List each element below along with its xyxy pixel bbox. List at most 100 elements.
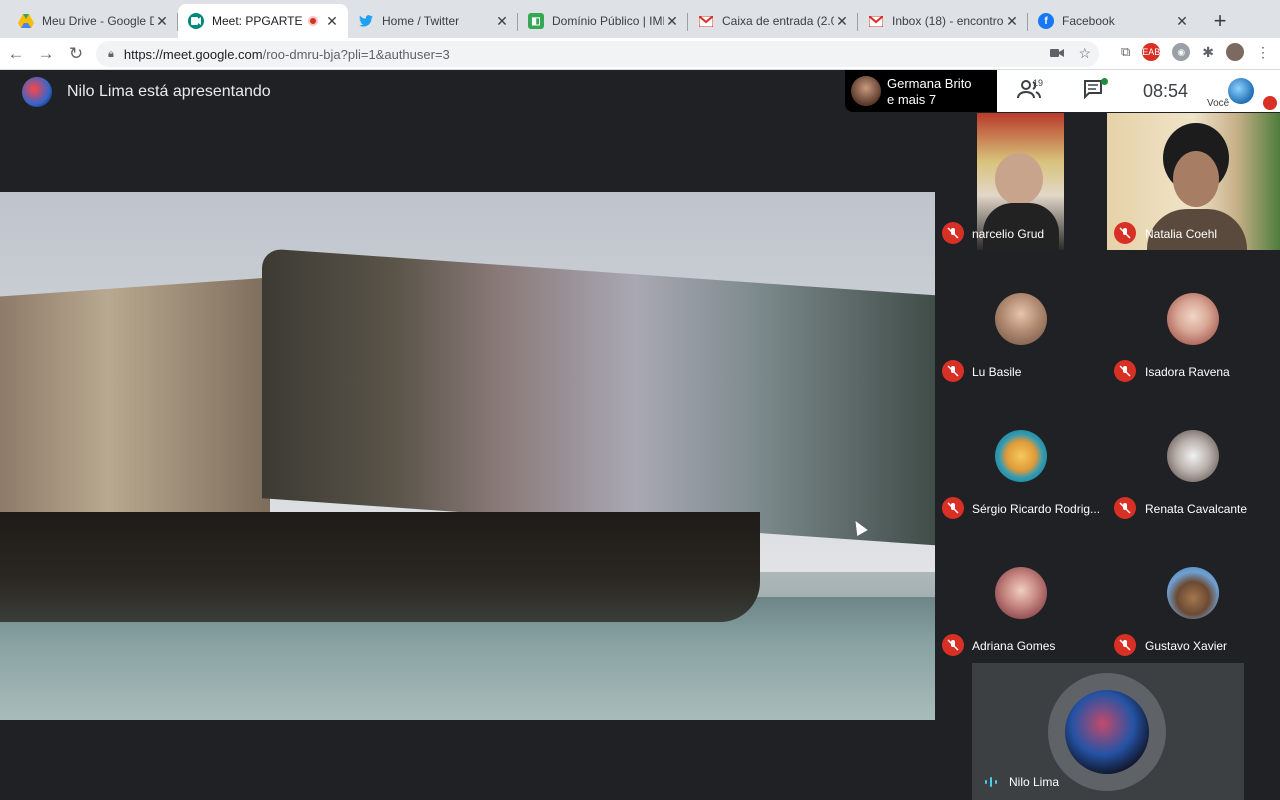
participant-name: Nilo Lima [1009, 775, 1060, 789]
self-avatar[interactable] [1228, 78, 1254, 104]
meet-icon [188, 13, 204, 29]
tab-title: Meet: PPGARTES - [212, 14, 302, 28]
mic-off-icon [942, 222, 964, 244]
address-bar[interactable]: 🔒︎ https://meet.google.com/roo-dmru-bja?… [96, 41, 1099, 67]
tab-title: Domínio Público | IMM [552, 14, 664, 28]
extension-icon[interactable]: ◉ [1172, 43, 1191, 61]
puzzle-icon[interactable]: ✱ [1202, 44, 1214, 61]
mic-off-icon [1114, 634, 1136, 656]
mic-off-icon [942, 497, 964, 519]
star-icon[interactable]: ☆ [1078, 45, 1091, 62]
tab-google-drive[interactable]: Meu Drive - Google Dr ✕ [8, 4, 178, 38]
search-tab-icon[interactable]: ⧉ [1121, 44, 1130, 60]
controls-panel: 19 08:54 Você [997, 70, 1280, 112]
audio-level-icon [984, 775, 998, 789]
url-host: https://meet.google.com [123, 46, 263, 62]
participant-tile[interactable]: Gustavo Xavier [1107, 524, 1279, 661]
twitter-icon [358, 13, 374, 29]
participant-name: Adriana Gomes [972, 639, 1056, 653]
participant-name: narcelio Grud [972, 227, 1045, 241]
mic-off-icon [1263, 96, 1277, 110]
tab-meet[interactable]: Meet: PPGARTES - ✕ [178, 4, 348, 38]
avatar [851, 76, 881, 106]
tab-title: Facebook [1062, 14, 1115, 28]
self-participant-tile[interactable]: Nilo Lima [972, 663, 1244, 800]
close-icon[interactable]: ✕ [834, 13, 850, 30]
avatar [995, 430, 1047, 482]
mic-off-icon [1114, 222, 1136, 244]
tab-dominio-publico[interactable]: ◧ Domínio Público | IMM ✕ [518, 4, 688, 38]
avatar [1167, 293, 1219, 345]
dominio-icon: ◧ [528, 13, 544, 29]
extensions-bar: ⧉ EAB ◉ ✱ ⋮ [1121, 43, 1270, 61]
recording-icon [308, 16, 318, 26]
facebook-icon: f [1038, 13, 1054, 29]
meet-stage: Nilo Lima está apresentando Germana Brit… [0, 70, 1280, 800]
participant-tile[interactable]: Lu Basile [935, 250, 1107, 387]
tab-title: Inbox (18) - encontroa [892, 14, 1004, 28]
reload-icon[interactable]: ↻ [62, 40, 90, 68]
close-icon[interactable]: ✕ [1174, 13, 1190, 30]
participant-tile[interactable]: Natalia Coehl [1107, 113, 1280, 250]
close-icon[interactable]: ✕ [1004, 13, 1020, 30]
chip-name: Germana Brito [887, 76, 972, 91]
participant-name: Isadora Ravena [1145, 365, 1230, 379]
close-icon[interactable]: ✕ [494, 13, 510, 30]
avatar [1065, 690, 1149, 774]
participant-tile[interactable]: Renata Cavalcante [1107, 387, 1279, 524]
chip-more: e mais 7 [887, 92, 937, 107]
participant-tile[interactable]: Isadora Ravena [1107, 250, 1279, 387]
participant-tile[interactable]: Sérgio Ricardo Rodrig... [935, 387, 1107, 524]
url-path: /roo-dmru-bja?pli=1&authuser=3 [262, 46, 450, 62]
avatar [1167, 567, 1219, 619]
tab-title: Meu Drive - Google Dr [42, 14, 154, 28]
lock-icon: 🔒︎ [108, 47, 114, 60]
participant-name: Natalia Coehl [1145, 227, 1218, 241]
presenter-avatar [22, 77, 52, 107]
meet-top-controls: Germana Brito e mais 7 19 08:54 Você [845, 70, 1280, 112]
participant-name: Renata Cavalcante [1145, 502, 1248, 516]
tab-title: Home / Twitter [382, 14, 460, 28]
avatar [995, 293, 1047, 345]
participant-tile[interactable]: Adriana Gomes [935, 524, 1107, 661]
tab-gmail-caixa[interactable]: Caixa de entrada (2.08 ✕ [688, 4, 858, 38]
presenter-bar: Nilo Lima está apresentando [0, 70, 935, 114]
tab-gmail-inbox[interactable]: Inbox (18) - encontroa ✕ [858, 4, 1028, 38]
close-icon[interactable]: ✕ [324, 13, 340, 30]
mic-off-icon [1114, 360, 1136, 382]
meeting-clock: 08:54 [1143, 81, 1189, 101]
participant-tile[interactable]: narcelio Grud [935, 113, 1107, 250]
participant-name: Lu Basile [972, 365, 1022, 379]
gmail-icon [698, 13, 714, 29]
tab-twitter[interactable]: Home / Twitter ✕ [348, 4, 518, 38]
participant-grid: narcelio Grud Natalia Coehl Lu Basile Is… [935, 113, 1280, 663]
active-speaker-chip[interactable]: Germana Brito e mais 7 [845, 70, 997, 112]
avatar [995, 567, 1047, 619]
back-arrow-icon[interactable]: ← [2, 40, 30, 68]
mic-off-icon [942, 634, 964, 656]
new-tab-button[interactable]: + [1206, 4, 1234, 38]
participant-name: Sérgio Ricardo Rodrig... [972, 502, 1101, 516]
drive-icon [18, 13, 34, 29]
tab-facebook[interactable]: f Facebook ✕ [1028, 4, 1198, 38]
close-icon[interactable]: ✕ [154, 13, 170, 30]
browser-tab-strip: Meu Drive - Google Dr ✕ Meet: PPGARTES -… [0, 0, 1280, 38]
avatar [1167, 430, 1219, 482]
gmail-icon [868, 13, 884, 29]
participant-count: 19 [1033, 78, 1044, 88]
shared-screen-video[interactable] [0, 192, 935, 720]
tab-title: Caixa de entrada (2.08 [722, 14, 834, 28]
self-label: Você [1207, 98, 1230, 109]
camera-icon[interactable] [1050, 45, 1065, 62]
video-ship-shadow [0, 512, 760, 622]
mic-off-icon [942, 360, 964, 382]
close-icon[interactable]: ✕ [664, 13, 680, 30]
presenter-label: Nilo Lima está apresentando [67, 83, 271, 100]
participant-name: Gustavo Xavier [1145, 639, 1228, 653]
profile-avatar[interactable] [1226, 43, 1244, 61]
forward-arrow-icon[interactable]: → [32, 40, 60, 68]
video-ship-hull [262, 248, 935, 546]
adblock-icon[interactable]: EAB [1142, 43, 1160, 61]
mic-off-icon [1114, 497, 1136, 519]
menu-kebab-icon[interactable]: ⋮ [1256, 44, 1270, 61]
